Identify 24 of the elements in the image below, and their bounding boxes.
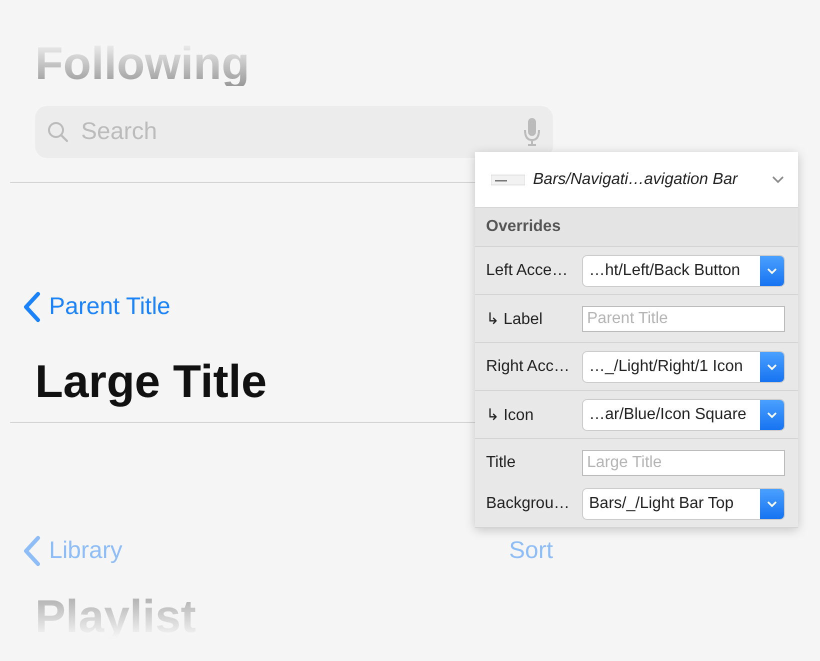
dropdown[interactable]: …ar/Blue/Icon Square	[582, 398, 785, 430]
chevron-down-icon[interactable]	[772, 176, 784, 184]
dropdown[interactable]: …_/Light/Right/1 Icon	[582, 350, 785, 382]
thumbnail-icon	[491, 174, 525, 186]
symbol-header[interactable]: Bars/Navigati…avigation Bar	[475, 152, 798, 208]
override-label: Title	[486, 454, 517, 472]
chevron-down-icon	[766, 362, 778, 370]
section-header: Overrides	[475, 208, 798, 247]
override-label: ↳ Icon	[486, 406, 535, 424]
override-label: Backgrou…	[486, 494, 571, 512]
text-field[interactable]: Parent Title	[582, 306, 785, 332]
override-label: ↳ Label	[486, 310, 544, 328]
chevron-down-icon	[766, 410, 778, 418]
chevron-down-icon	[766, 500, 778, 508]
dropdown[interactable]: Bars/_/Light Bar Top	[582, 488, 785, 520]
chevron-down-icon	[766, 266, 778, 274]
chevron-icon	[23, 535, 41, 567]
symbol-name: Bars/Navigati…avigation Bar	[533, 170, 739, 188]
override-label: Left Acce…	[486, 262, 569, 280]
text-field[interactable]: Large Title	[582, 450, 785, 476]
chevron-icon	[23, 291, 41, 323]
dropdown[interactable]: …ht/Left/Back Button	[582, 254, 785, 286]
override-label: Right Acc…	[486, 358, 571, 376]
search-icon	[47, 121, 69, 143]
